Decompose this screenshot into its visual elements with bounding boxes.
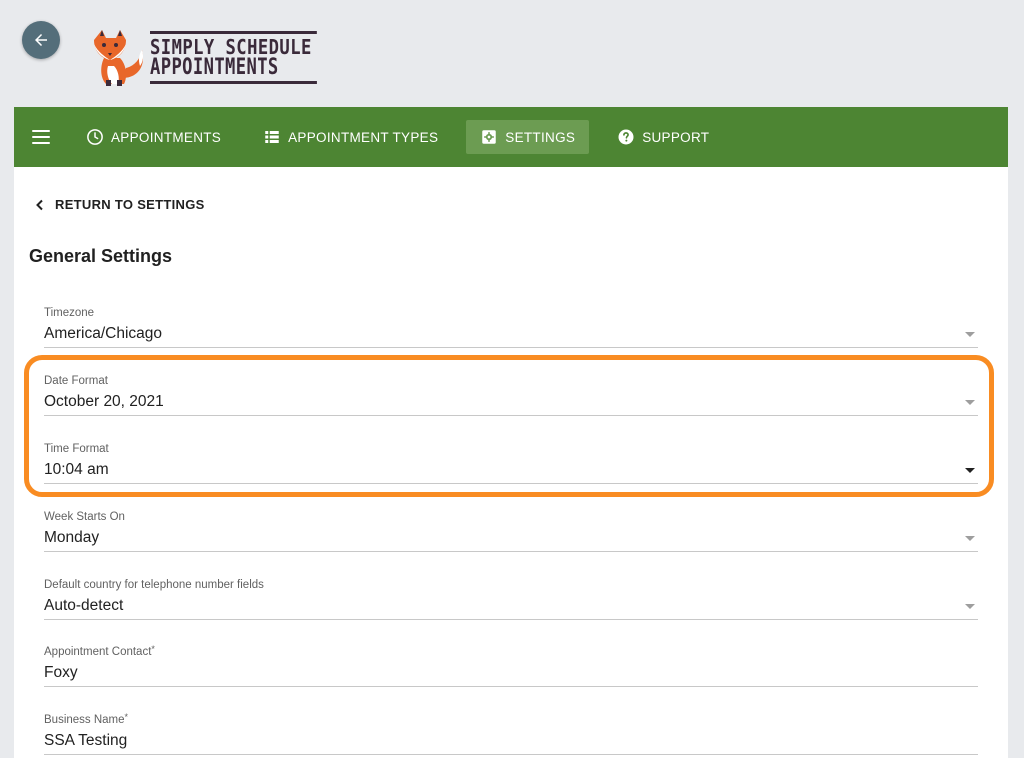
timezone-value-row[interactable]: America/Chicago <box>44 323 978 348</box>
required-marker: * <box>124 712 129 722</box>
arrow-left-icon <box>32 31 50 49</box>
list-icon <box>263 128 281 146</box>
nav-item-label: SETTINGS <box>505 129 576 145</box>
week-starts-on-select[interactable]: Week Starts On Monday <box>44 510 978 552</box>
time-format-value-row[interactable]: 10:04 am <box>44 459 978 484</box>
logo-text-line1: SIMPLY SCHEDULE <box>150 30 317 57</box>
nav-item-appointment-types[interactable]: APPOINTMENT TYPES <box>249 120 452 154</box>
field-label: Time Format <box>44 443 109 455</box>
field-value: Auto-detect <box>44 597 124 614</box>
nav-item-label: SUPPORT <box>642 129 710 145</box>
nav-item-appointments[interactable]: APPOINTMENTS <box>72 120 235 154</box>
field-label: Default country for telephone number fie… <box>44 579 264 591</box>
field-label: Business Name* <box>44 712 129 727</box>
page-title: General Settings <box>29 246 173 266</box>
date-format-value-row[interactable]: October 20, 2021 <box>44 391 978 416</box>
caret-down-icon <box>965 468 975 473</box>
return-link-label: RETURN TO SETTINGS <box>55 197 205 212</box>
field-label: Timezone <box>44 307 95 319</box>
back-button[interactable] <box>22 21 60 59</box>
caret-down-icon <box>965 332 975 337</box>
field-value: SSA Testing <box>44 732 128 749</box>
field-value: October 20, 2021 <box>44 393 164 410</box>
brand-logo: SIMPLY SCHEDULE APPOINTMENTS <box>86 26 364 88</box>
business-name-field[interactable]: Business Name* SSA Testing <box>44 713 978 755</box>
field-label: Week Starts On <box>44 511 125 523</box>
time-format-select[interactable]: Time Format 10:04 am <box>44 442 978 484</box>
field-value: Foxy <box>44 664 78 681</box>
appointment-contact-field[interactable]: Appointment Contact* Foxy <box>44 645 978 687</box>
caret-down-icon <box>965 536 975 541</box>
business-name-input[interactable]: SSA Testing <box>44 730 978 755</box>
timezone-select[interactable]: Timezone America/Chicago <box>44 306 978 348</box>
return-to-settings-link[interactable]: RETURN TO SETTINGS <box>34 197 205 212</box>
field-label: Date Format <box>44 375 108 387</box>
nav-item-support[interactable]: SUPPORT <box>603 120 723 154</box>
date-format-select[interactable]: Date Format October 20, 2021 <box>44 374 978 416</box>
field-label: Appointment Contact* <box>44 644 155 659</box>
nav-item-label: APPOINTMENT TYPES <box>288 129 439 145</box>
settings-card: RETURN TO SETTINGS General Settings Time… <box>14 167 1008 758</box>
help-circle-icon <box>617 128 635 146</box>
nav-item-settings[interactable]: SETTINGS <box>466 120 590 154</box>
required-marker: * <box>151 644 155 654</box>
default-country-value-row[interactable]: Auto-detect <box>44 595 978 620</box>
appointment-contact-input[interactable]: Foxy <box>44 662 978 687</box>
logo-text-line2: APPOINTMENTS <box>150 56 317 84</box>
field-value: 10:04 am <box>44 461 109 478</box>
main-nav: APPOINTMENTS APPOINTMENT TYPES SETTINGS … <box>14 107 1008 167</box>
default-country-select[interactable]: Default country for telephone number fie… <box>44 578 978 620</box>
caret-down-icon <box>965 400 975 405</box>
nav-item-label: APPOINTMENTS <box>111 129 222 145</box>
chevron-left-icon <box>34 199 46 211</box>
menu-icon[interactable] <box>32 130 50 144</box>
week-starts-on-value-row[interactable]: Monday <box>44 527 978 552</box>
field-value: Monday <box>44 529 100 546</box>
clock-icon <box>86 128 104 146</box>
caret-down-icon <box>965 604 975 609</box>
settings-icon <box>480 128 498 146</box>
page: SIMPLY SCHEDULE APPOINTMENTS APPOINTMENT… <box>0 0 1024 758</box>
fox-logo-icon <box>86 26 148 88</box>
field-value: America/Chicago <box>44 325 163 342</box>
